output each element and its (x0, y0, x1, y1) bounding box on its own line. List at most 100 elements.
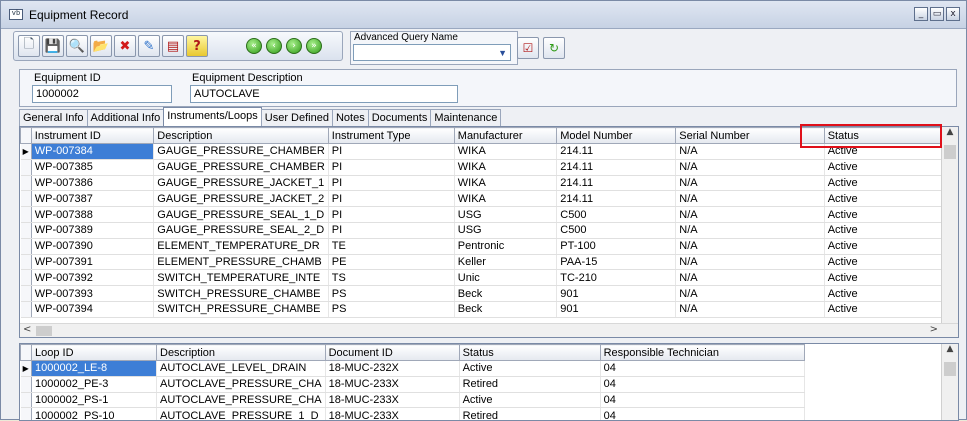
instrument-cell[interactable]: PT-100 (557, 238, 676, 254)
instrument-cell[interactable]: 214.11 (557, 191, 676, 207)
column-header-loop-status[interactable]: Status (459, 345, 600, 361)
close-button[interactable]: x (946, 7, 960, 21)
loop-cell[interactable]: 18-MUC-233X (325, 392, 459, 408)
first-record-button[interactable]: « (246, 38, 262, 54)
loop-cell[interactable]: AUTOCLAVE_PRESSURE_1_D (157, 408, 326, 421)
instruments-horizontal-scrollbar[interactable]: < > (20, 323, 958, 337)
instrument-cell[interactable]: TE (328, 238, 454, 254)
column-header-loop-id[interactable]: Loop ID (32, 345, 157, 361)
refresh-query-button[interactable]: ↻ (543, 37, 565, 59)
column-header-instrument-id[interactable]: Instrument ID (31, 128, 154, 144)
instrument-cell[interactable]: N/A (676, 254, 824, 270)
tab-documents[interactable]: Documents (368, 109, 432, 126)
advanced-query-dropdown[interactable]: ▼ (353, 44, 511, 61)
loop-cell[interactable]: Active (459, 392, 600, 408)
instrument-cell[interactable]: WP-007394 (31, 301, 154, 317)
calculator-button[interactable]: ▤ (162, 35, 184, 57)
instrument-cell[interactable]: 901 (557, 301, 676, 317)
instrument-row[interactable]: WP-007390ELEMENT_TEMPERATURE_DRTEPentron… (21, 238, 958, 254)
instrument-cell[interactable]: SWITCH_PRESSURE_CHAMBE (154, 301, 329, 317)
row-selector[interactable] (21, 207, 32, 223)
column-header-serial-number[interactable]: Serial Number (676, 128, 824, 144)
instrument-cell[interactable]: N/A (676, 144, 824, 160)
instrument-cell[interactable]: PAA-15 (557, 254, 676, 270)
instrument-row[interactable]: WP-007391ELEMENT_PRESSURE_CHAMBPEKellerP… (21, 254, 958, 270)
instrument-cell[interactable]: TS (328, 270, 454, 286)
loop-row[interactable]: 1000002_PS-10AUTOCLAVE_PRESSURE_1_D18-MU… (21, 408, 805, 421)
row-selector[interactable] (21, 191, 32, 207)
instrument-cell[interactable]: PI (328, 191, 454, 207)
loops-vertical-scrollbar[interactable]: ▲ (941, 344, 958, 421)
instrument-row[interactable]: ▶WP-007384GAUGE_PRESSURE_CHAMBERPIWIKA21… (21, 144, 958, 160)
loop-cell[interactable]: 04 (600, 376, 804, 392)
row-selector[interactable]: ▶ (21, 144, 32, 160)
instrument-cell[interactable]: WP-007390 (31, 238, 154, 254)
tab-additional-info[interactable]: Additional Info (87, 109, 165, 126)
instrument-cell[interactable]: PI (328, 175, 454, 191)
instrument-cell[interactable]: C500 (557, 222, 676, 238)
instrument-cell[interactable]: ELEMENT_PRESSURE_CHAMB (154, 254, 329, 270)
chevron-down-icon[interactable]: ▼ (498, 48, 507, 58)
instrument-cell[interactable]: WP-007389 (31, 222, 154, 238)
find-button[interactable]: 🔍 (66, 35, 88, 57)
loop-cell[interactable]: Retired (459, 408, 600, 421)
loop-cell[interactable]: 1000002_PS-10 (32, 408, 157, 421)
column-header-responsible-technician[interactable]: Responsible Technician (600, 345, 804, 361)
instrument-row[interactable]: WP-007393SWITCH_PRESSURE_CHAMBEPSBeck901… (21, 286, 958, 302)
row-selector[interactable] (21, 159, 32, 175)
instrument-cell[interactable]: N/A (676, 159, 824, 175)
tab-user-defined[interactable]: User Defined (261, 109, 333, 126)
instrument-cell[interactable]: N/A (676, 301, 824, 317)
instrument-cell[interactable]: 214.11 (557, 144, 676, 160)
instrument-cell[interactable]: USG (454, 207, 556, 223)
row-selector[interactable] (21, 376, 32, 392)
previous-record-button[interactable]: ‹ (266, 38, 282, 54)
instrument-cell[interactable]: 214.11 (557, 159, 676, 175)
run-query-button[interactable]: ☑ (517, 37, 539, 59)
new-button[interactable]: 🗋 (18, 35, 40, 57)
row-selector[interactable] (21, 286, 32, 302)
tab-notes[interactable]: Notes (332, 109, 369, 126)
instrument-cell[interactable]: Active (824, 207, 957, 223)
instrument-cell[interactable]: N/A (676, 238, 824, 254)
instrument-cell[interactable]: N/A (676, 270, 824, 286)
column-header-model-number[interactable]: Model Number (557, 128, 676, 144)
instrument-cell[interactable]: Active (824, 159, 957, 175)
instrument-cell[interactable]: N/A (676, 175, 824, 191)
row-selector[interactable] (21, 254, 32, 270)
instruments-vertical-scrollbar[interactable]: ▲ (941, 127, 958, 327)
instrument-cell[interactable]: WIKA (454, 144, 556, 160)
scrollbar-thumb[interactable] (944, 145, 956, 159)
instrument-cell[interactable]: Keller (454, 254, 556, 270)
column-header-description[interactable]: Description (154, 128, 329, 144)
row-selector[interactable] (21, 392, 32, 408)
instrument-cell[interactable]: GAUGE_PRESSURE_CHAMBER (154, 159, 329, 175)
loop-cell[interactable]: 04 (600, 408, 804, 421)
instrument-cell[interactable]: 901 (557, 286, 676, 302)
instrument-cell[interactable]: PI (328, 159, 454, 175)
loop-cell[interactable]: 18-MUC-233X (325, 376, 459, 392)
instrument-cell[interactable]: WP-007388 (31, 207, 154, 223)
loop-cell[interactable]: 04 (600, 392, 804, 408)
instrument-cell[interactable]: Beck (454, 286, 556, 302)
instrument-cell[interactable]: USG (454, 222, 556, 238)
instrument-row[interactable]: WP-007392SWITCH_TEMPERATURE_INTETSUnicTC… (21, 270, 958, 286)
instrument-cell[interactable]: WP-007385 (31, 159, 154, 175)
instrument-cell[interactable]: N/A (676, 286, 824, 302)
instrument-cell[interactable]: WIKA (454, 159, 556, 175)
instrument-cell[interactable]: N/A (676, 222, 824, 238)
restore-button[interactable]: ▭ (930, 7, 944, 21)
loop-cell[interactable]: Active (459, 361, 600, 377)
instrument-cell[interactable]: Pentronic (454, 238, 556, 254)
last-record-button[interactable]: » (306, 38, 322, 54)
instrument-cell[interactable]: WIKA (454, 175, 556, 191)
minimize-button[interactable]: _ (914, 7, 928, 21)
instrument-cell[interactable]: PE (328, 254, 454, 270)
instrument-cell[interactable]: SWITCH_TEMPERATURE_INTE (154, 270, 329, 286)
instrument-row[interactable]: WP-007386GAUGE_PRESSURE_JACKET_1PIWIKA21… (21, 175, 958, 191)
column-header-manufacturer[interactable]: Manufacturer (454, 128, 556, 144)
loop-cell[interactable]: AUTOCLAVE_LEVEL_DRAIN (157, 361, 326, 377)
instrument-cell[interactable]: TC-210 (557, 270, 676, 286)
instrument-cell[interactable]: Unic (454, 270, 556, 286)
tab-maintenance[interactable]: Maintenance (430, 109, 501, 126)
